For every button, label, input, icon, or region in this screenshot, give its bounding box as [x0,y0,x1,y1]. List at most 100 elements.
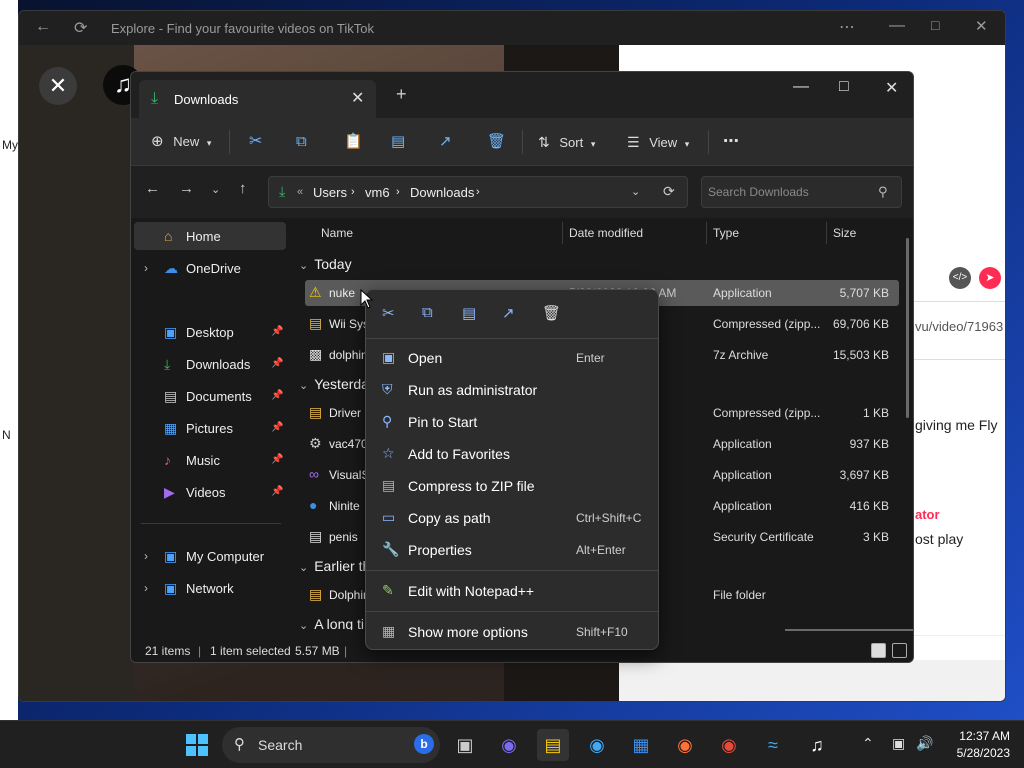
recent-locations-icon[interactable]: ⌄ [211,183,220,196]
nav-item-onedrive[interactable]: › ☁ OneDrive [134,254,286,282]
cut-icon[interactable]: ✂ [249,130,262,154]
pin-icon[interactable]: 📌 [271,390,283,401]
close-video-button[interactable]: ✕ [39,67,77,105]
nav-item-pictures[interactable]: ▦ Pictures 📌 [134,414,286,442]
paste-icon[interactable]: 📋 [344,130,363,154]
taskbar-search[interactable]: ⚲ Search b [222,727,440,763]
explorer-tab[interactable]: ⤓ Downloads ✕ [139,80,376,118]
column-header-date[interactable]: Date modified [569,226,643,240]
nav-item-network[interactable]: › ▣ Network [134,574,286,602]
pin-icon[interactable]: 📌 [271,486,283,497]
file-explorer-taskbar-icon[interactable]: ▤ [537,729,569,761]
see-more-icon[interactable]: ⋯ [723,130,739,154]
bing-icon[interactable]: b [414,734,434,754]
pin-icon[interactable]: 📌 [271,326,283,337]
more-icon[interactable]: ⋯ [839,17,855,37]
chevron-right-icon[interactable]: › [144,549,148,563]
chrome-icon[interactable]: ◉ [713,729,745,761]
menu-item-run-as-admin[interactable]: ⛨ Run as administrator [370,375,654,405]
menu-item-open[interactable]: ▣ Open Enter [370,343,654,373]
close-window-icon[interactable]: ✕ [885,78,898,98]
nav-item-home[interactable]: ⌂ Home [134,222,286,250]
horizontal-scrollbar[interactable] [785,629,913,631]
maximize-icon[interactable]: □ [839,78,849,96]
dolphin-icon[interactable]: ≈ [757,729,789,761]
delete-icon[interactable]: 🗑 [542,304,561,322]
chevron-right-icon[interactable]: › [144,261,148,275]
copy-icon[interactable]: ⧉ [422,304,433,321]
windows-start-icon[interactable] [181,729,213,761]
store-icon[interactable]: ▦ [625,729,657,761]
maximize-icon[interactable]: □ [931,17,939,33]
breadcrumb-users[interactable]: Users [313,185,347,200]
menu-item-add-to-favorites[interactable]: ☆ Add to Favorites [370,439,654,469]
meet-icon[interactable]: ◉ [493,729,525,761]
column-header-size[interactable]: Size [833,226,856,240]
group-header-yesterday[interactable]: ⌄ Yesterda [299,376,369,392]
volume-icon[interactable]: 🔊 [916,735,933,752]
column-header-type[interactable]: Type [713,226,739,240]
nav-item-downloads[interactable]: ⤓ Downloads 📌 [134,350,286,378]
back-arrow-icon[interactable]: ← [35,18,51,36]
back-arrow-icon[interactable]: ← [145,180,160,197]
network-icon[interactable]: ▣ [892,735,905,752]
group-header-earlier[interactable]: ⌄ Earlier th [299,558,370,574]
copy-icon[interactable]: ⧉ [296,130,307,154]
nav-item-my-computer[interactable]: › ▣ My Computer [134,542,286,570]
clock-time[interactable]: 12:37 AM [950,729,1010,743]
clock-date[interactable]: 5/28/2023 [944,746,1010,760]
view-button[interactable]: ☰ View ▾ [627,130,689,154]
embed-code-icon[interactable]: </> [949,267,971,289]
column-header-name[interactable]: Name [321,226,353,240]
close-icon[interactable]: ✕ [975,17,988,35]
breadcrumb-vm6[interactable]: vm6 [365,185,390,200]
menu-item-show-more-options[interactable]: ▦ Show more options Shift+F10 [370,617,654,647]
search-icon[interactable]: ⚲ [878,184,888,200]
edge-icon[interactable]: ◉ [581,729,613,761]
breadcrumb-downloads[interactable]: Downloads [410,185,474,200]
chevron-right-icon[interactable]: › [144,581,148,595]
menu-item-copy-as-path[interactable]: ▭ Copy as path Ctrl+Shift+C [370,503,654,533]
sort-button[interactable]: ⇅ Sort ▾ [538,130,595,154]
chevron-right-icon[interactable]: › [351,186,355,198]
refresh-icon[interactable]: ⟳ [663,183,675,200]
menu-item-compress-zip[interactable]: ▤ Compress to ZIP file [370,471,654,501]
overflow-chevron-icon[interactable]: « [297,186,303,198]
group-header-today[interactable]: ⌄ Today [299,256,352,272]
task-view-icon[interactable]: ▣ [449,729,481,761]
details-view-icon[interactable] [871,643,886,658]
chevron-up-icon[interactable]: ⌃ [862,735,874,752]
address-bar[interactable]: ⤓ « Users › vm6 › Downloads › ⌄ ⟳ [268,176,688,208]
pin-icon[interactable]: 📌 [271,454,283,465]
close-tab-icon[interactable]: ✕ [351,88,364,108]
chevron-right-icon[interactable]: › [396,186,400,198]
share-icon[interactable]: ↗ [502,304,515,322]
nav-item-desktop[interactable]: ▣ Desktop 📌 [134,318,286,346]
tiktok-icon[interactable]: ♫ [801,729,833,761]
nav-item-music[interactable]: ♪ Music 📌 [134,446,286,474]
chevron-down-icon[interactable]: ⌄ [631,185,640,198]
search-input[interactable] [708,182,873,202]
share-arrow-icon[interactable]: ➤ [979,267,1001,289]
tiles-view-icon[interactable] [892,643,907,658]
up-arrow-icon[interactable]: ↑ [239,180,247,197]
forward-arrow-icon[interactable]: → [179,180,194,197]
nav-item-videos[interactable]: ▶ Videos 📌 [134,478,286,506]
nav-item-documents[interactable]: ▤ Documents 📌 [134,382,286,410]
rename-icon[interactable]: ▤ [391,130,405,154]
pin-icon[interactable]: 📌 [271,358,283,369]
menu-item-properties[interactable]: 🔧 Properties Alt+Enter [370,535,654,565]
minimize-icon[interactable]: — [889,17,905,35]
new-tab-icon[interactable]: + [396,84,407,105]
vertical-scrollbar[interactable] [906,238,909,418]
chevron-right-icon[interactable]: › [476,186,480,198]
refresh-icon[interactable]: ⟳ [74,18,87,38]
pin-icon[interactable]: 📌 [271,422,283,433]
cut-icon[interactable]: ✂ [382,304,395,322]
new-button[interactable]: ⊕ New ▾ [151,130,211,154]
share-icon[interactable]: ↗ [439,130,452,154]
minimize-icon[interactable]: — [793,78,809,96]
delete-icon[interactable]: 🗑 [487,130,506,154]
menu-item-edit-notepad[interactable]: ✎ Edit with Notepad++ [370,576,654,606]
menu-item-pin-to-start[interactable]: ⚲ Pin to Start [370,407,654,437]
